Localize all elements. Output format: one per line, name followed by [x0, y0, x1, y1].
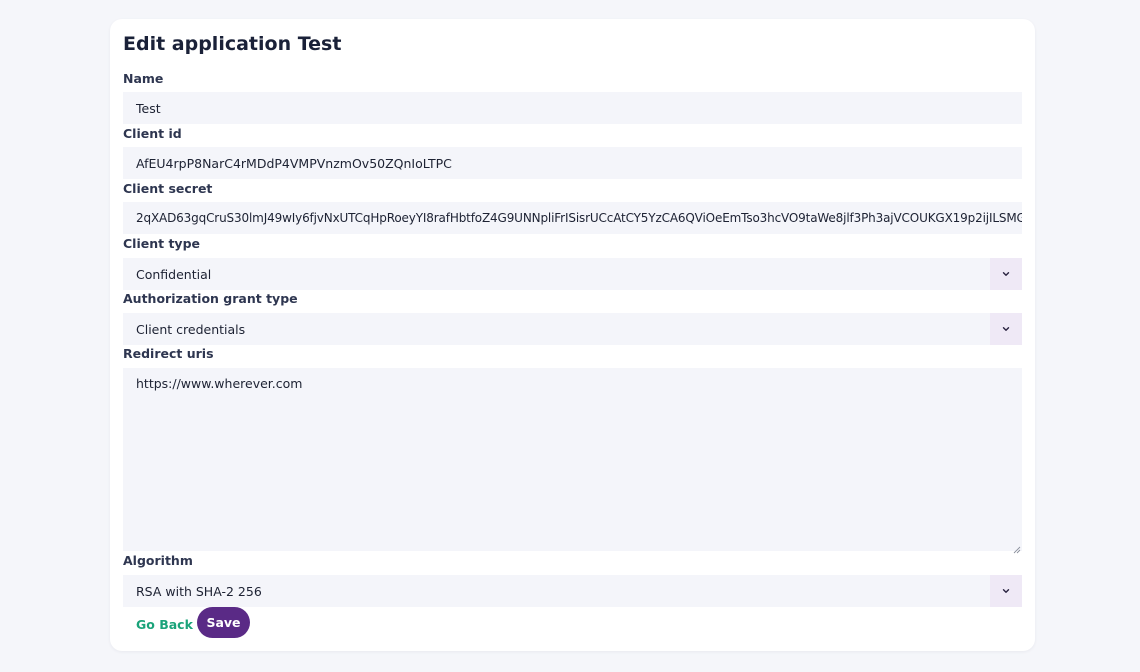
grant-type-value: Client credentials: [136, 321, 246, 337]
name-input[interactable]: Test: [123, 92, 1022, 124]
client-type-label: Client type: [123, 236, 200, 251]
chevron-down-icon[interactable]: [990, 258, 1022, 290]
edit-application-card: Edit application Test Name Test Client i…: [110, 19, 1035, 651]
algorithm-value: RSA with SHA-2 256: [136, 583, 262, 599]
chevron-down-icon[interactable]: [990, 313, 1022, 345]
redirect-uris-textarea[interactable]: https://www.wherever.com: [123, 368, 1022, 554]
chevron-down-icon[interactable]: [990, 575, 1022, 607]
name-label: Name: [123, 71, 164, 86]
resize-handle-icon[interactable]: [1013, 542, 1021, 554]
name-value: Test: [136, 100, 161, 116]
client-secret-value: 2qXAD63gqCruS30lmJ49wIy6fjvNxUTCqHpRoeyY…: [136, 211, 1022, 225]
redirect-uris-value: https://www.wherever.com: [136, 376, 303, 391]
client-type-value: Confidential: [136, 266, 212, 282]
grant-type-label: Authorization grant type: [123, 291, 298, 306]
grant-type-select[interactable]: Client credentials: [123, 313, 1022, 345]
client-secret-input[interactable]: 2qXAD63gqCruS30lmJ49wIy6fjvNxUTCqHpRoeyY…: [123, 202, 1022, 234]
client-id-input[interactable]: AfEU4rpP8NarC4rMDdP4VMPVnzmOv50ZQnIoLTPC: [123, 147, 1022, 179]
redirect-uris-label: Redirect uris: [123, 346, 214, 361]
algorithm-label: Algorithm: [123, 553, 193, 568]
client-type-select[interactable]: Confidential: [123, 258, 1022, 290]
page-title: Edit application Test: [123, 33, 342, 55]
save-button[interactable]: Save: [197, 607, 250, 638]
client-id-value: AfEU4rpP8NarC4rMDdP4VMPVnzmOv50ZQnIoLTPC: [136, 155, 452, 171]
go-back-button[interactable]: Go Back: [128, 609, 201, 639]
client-id-label: Client id: [123, 126, 182, 141]
algorithm-select[interactable]: RSA with SHA-2 256: [123, 575, 1022, 607]
client-secret-label: Client secret: [123, 181, 213, 196]
